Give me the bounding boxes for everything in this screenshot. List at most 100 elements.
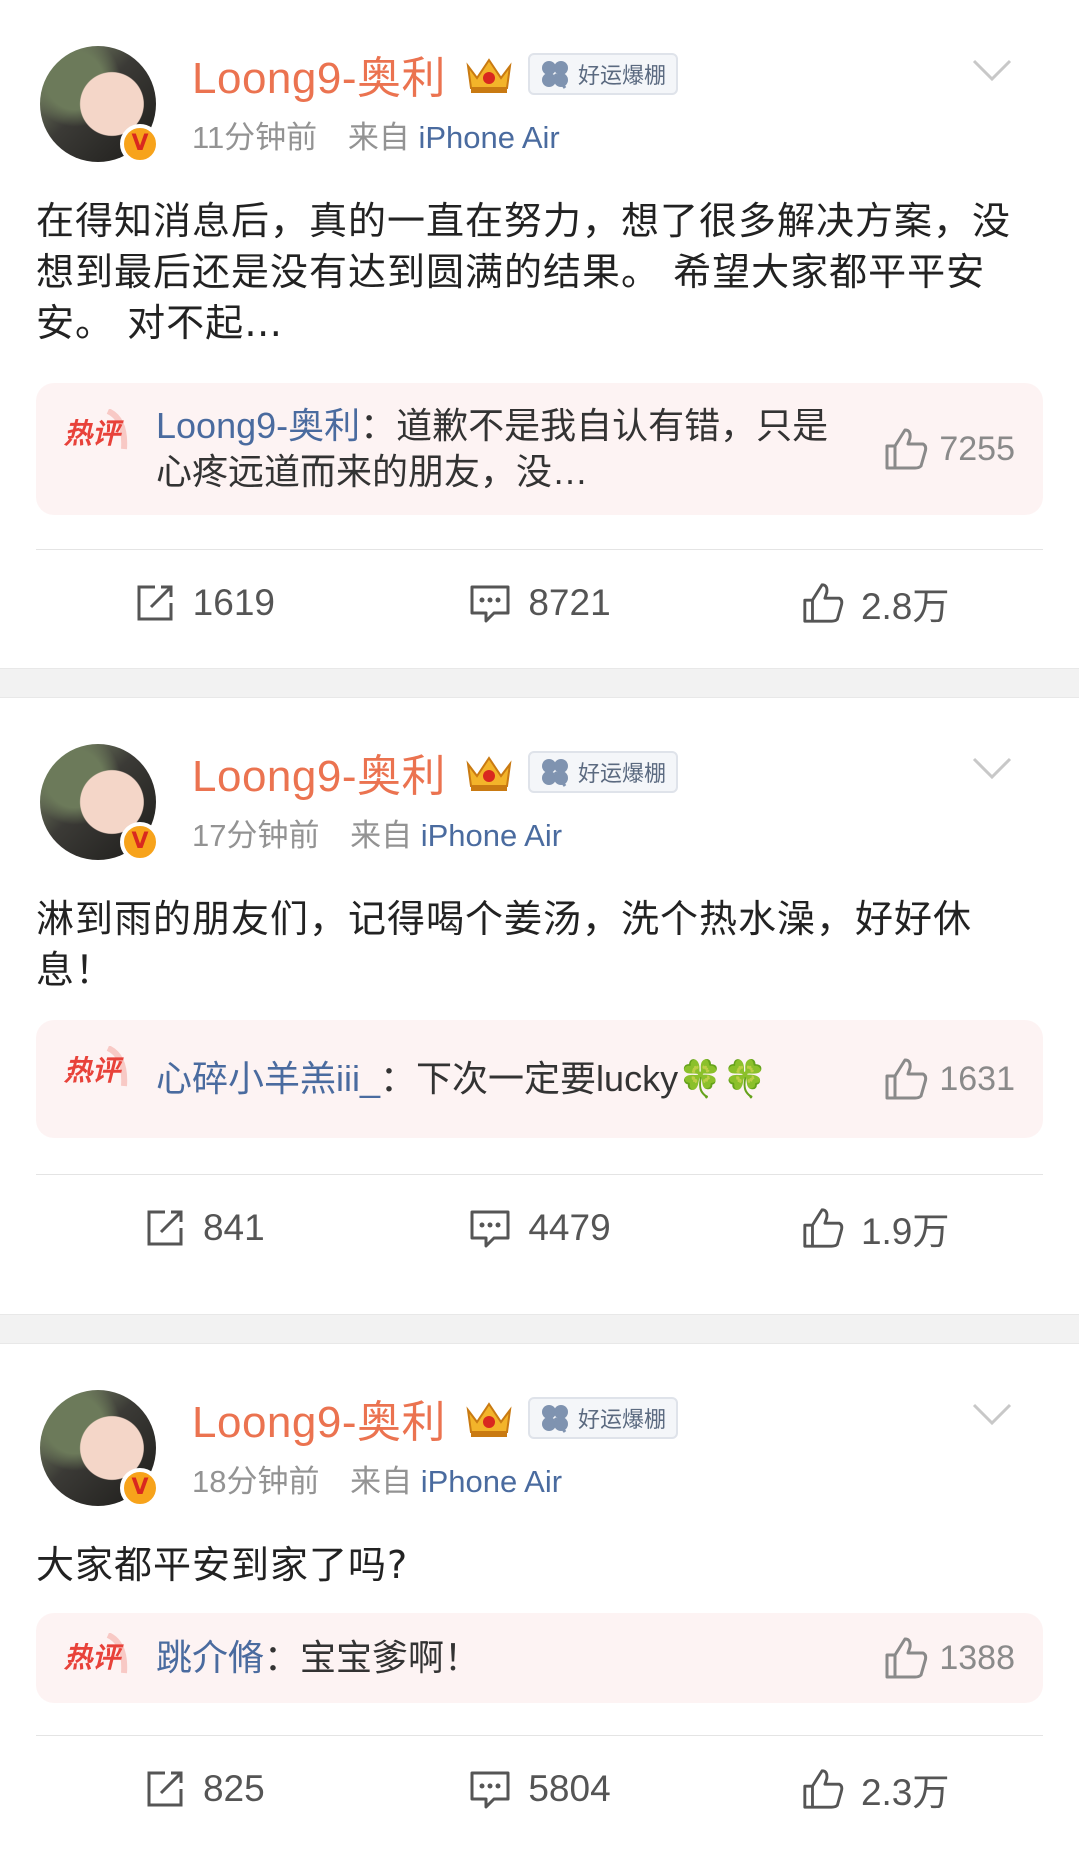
post-content[interactable]: 在得知消息后，真的一直在努力，想了很多解决方案，没想到最后还是没有达到圆满的结果… [36,138,1043,349]
comment-count: 4479 [528,1206,611,1248]
post-time: 18分钟前 [192,1464,320,1499]
post-divider [0,1314,1079,1344]
like-button[interactable]: 2.8万 [707,576,1043,630]
avatar[interactable]: V [40,744,160,862]
source-prefix: 来自 [350,1464,413,1499]
verified-v-icon: V [120,1468,160,1508]
chevron-down-icon[interactable] [971,56,1013,84]
status-badge[interactable]: 好运爆棚 [527,53,678,95]
status-badge[interactable]: 好运爆棚 [527,751,678,793]
hot-comment-body: 宝宝爹啊！ [300,1637,481,1678]
post-actions: 825 5804 2.3万 [36,1735,1043,1841]
comment-icon [470,585,510,622]
device-name[interactable]: iPhone Air [421,818,562,853]
clover-icon [541,61,568,89]
repost-count: 825 [202,1767,265,1809]
avatar[interactable]: V [40,1390,160,1508]
thumbs-up-icon [803,1207,844,1248]
post-card[interactable]: V Loong9-奥利 好运爆棚 [0,698,1079,1314]
hot-comment-user[interactable]: Loong9-奥利 [156,405,360,446]
verified-v-icon: V [120,124,160,164]
hot-comment-text: 心碎小羊羔iii_：下次一定要lucky🍀🍀 [156,1056,836,1102]
post-divider [0,668,1079,698]
hot-comment-sep: ： [264,1637,301,1678]
hot-comment-like[interactable]: 7255 [883,426,1015,472]
post-meta: 17分钟前 来自 iPhone Air [192,810,562,855]
repost-icon [147,1771,183,1806]
hot-comment[interactable]: 热评 Loong9-奥利：道歉不是我自认有错，只是心疼远道而来的朋友，没… 72… [36,383,1043,515]
chevron-down-icon[interactable] [971,754,1013,782]
post-actions: 841 4479 1.9万 [36,1174,1043,1280]
hot-comment-sep: ： [380,1058,417,1099]
source-prefix: 来自 [350,818,413,853]
hot-comment-like[interactable]: 1388 [883,1635,1015,1681]
comment-count: 8721 [528,581,611,623]
comment-icon [470,1210,510,1247]
post-time: 11分钟前 [192,120,318,155]
comment-button[interactable]: 8721 [372,581,708,625]
hot-comment-icon: 热评 [64,1046,128,1087]
badge-label: 好运爆棚 [577,1408,666,1433]
hot-comment-like-count: 1388 [939,1638,1015,1677]
hot-comment-like-count: 7255 [939,429,1015,468]
clover-icon [541,1405,568,1433]
thumbs-up-icon [885,1637,928,1679]
post-meta: 11分钟前 来自 iPhone Air [192,112,560,157]
hot-comment-body: 下次一定要lucky🍀🍀 [416,1058,768,1099]
thumbs-up-icon [803,582,844,623]
repost-button[interactable]: 1619 [36,581,372,625]
comment-icon [470,1771,510,1808]
like-button[interactable]: 2.3万 [707,1762,1043,1816]
thumbs-up-icon [885,428,928,470]
repost-count: 1619 [192,581,275,623]
svg-text:热评: 热评 [64,1054,124,1087]
like-count: 1.9万 [860,1210,950,1252]
clover-icon [541,759,568,787]
hot-comment-like-count: 1631 [939,1059,1015,1098]
repost-count: 841 [202,1206,265,1248]
weibo-feed: V Loong9-奥利 好运爆棚 11分钟前 来自 iPhone Air 在得知… [0,0,1079,1869]
hot-comment[interactable]: 热评 心碎小羊羔iii_：下次一定要lucky🍀🍀 1631 [36,1020,1043,1138]
svg-text:热评: 热评 [64,1641,124,1674]
verified-v-icon: V [120,822,160,862]
username[interactable]: Loong9-奥利 [192,740,446,804]
hot-comment-icon: 热评 [64,1633,128,1674]
hot-comment-sep: ： [360,405,397,446]
username[interactable]: Loong9-奥利 [192,1386,446,1450]
hot-comment[interactable]: 热评 跳介脩：宝宝爹啊！ 1388 [36,1613,1043,1703]
repost-icon [147,1210,183,1245]
device-name[interactable]: iPhone Air [421,1464,562,1499]
like-button[interactable]: 1.9万 [707,1201,1043,1255]
post-actions: 1619 8721 2.8万 [36,549,1043,655]
comment-button[interactable]: 4479 [372,1206,708,1250]
repost-button[interactable]: 825 [36,1767,372,1811]
repost-button[interactable]: 841 [36,1206,372,1250]
post-card[interactable]: V Loong9-奥利 好运爆棚 [0,0,1079,668]
badge-label: 好运爆棚 [577,64,666,89]
hot-comment-text: Loong9-奥利：道歉不是我自认有错，只是心疼远道而来的朋友，没… [156,403,836,495]
post-time: 17分钟前 [192,818,320,853]
post-meta: 18分钟前 来自 iPhone Air [192,1456,562,1501]
comment-button[interactable]: 5804 [372,1767,708,1811]
thumbs-up-icon [885,1058,928,1100]
device-name[interactable]: iPhone Air [418,120,559,155]
chevron-down-icon[interactable] [971,1400,1013,1428]
username[interactable]: Loong9-奥利 [192,42,446,106]
repost-icon [137,585,173,620]
like-count: 2.8万 [860,585,950,627]
hot-comment-user[interactable]: 跳介脩 [156,1637,264,1678]
status-badge[interactable]: 好运爆棚 [527,1397,678,1439]
hot-comment-icon: 热评 [64,409,128,450]
badge-label: 好运爆棚 [577,762,666,787]
hot-comment-like[interactable]: 1631 [883,1056,1015,1102]
hot-comment-user[interactable]: 心碎小羊羔iii_ [156,1058,380,1099]
hot-comment-text: 跳介脩：宝宝爹啊！ [156,1635,836,1681]
like-count: 2.3万 [860,1771,950,1813]
post-card[interactable]: V Loong9-奥利 好运爆棚 [0,1344,1079,1869]
post-header: V Loong9-奥利 好运爆棚 [36,0,1043,164]
crown-icon [466,58,512,93]
post-content[interactable]: 淋到雨的朋友们，记得喝个姜汤，洗个热水澡，好好休息！ [36,836,1043,996]
crown-icon [466,756,512,791]
avatar[interactable]: V [40,46,160,164]
crown-icon [466,1402,512,1437]
